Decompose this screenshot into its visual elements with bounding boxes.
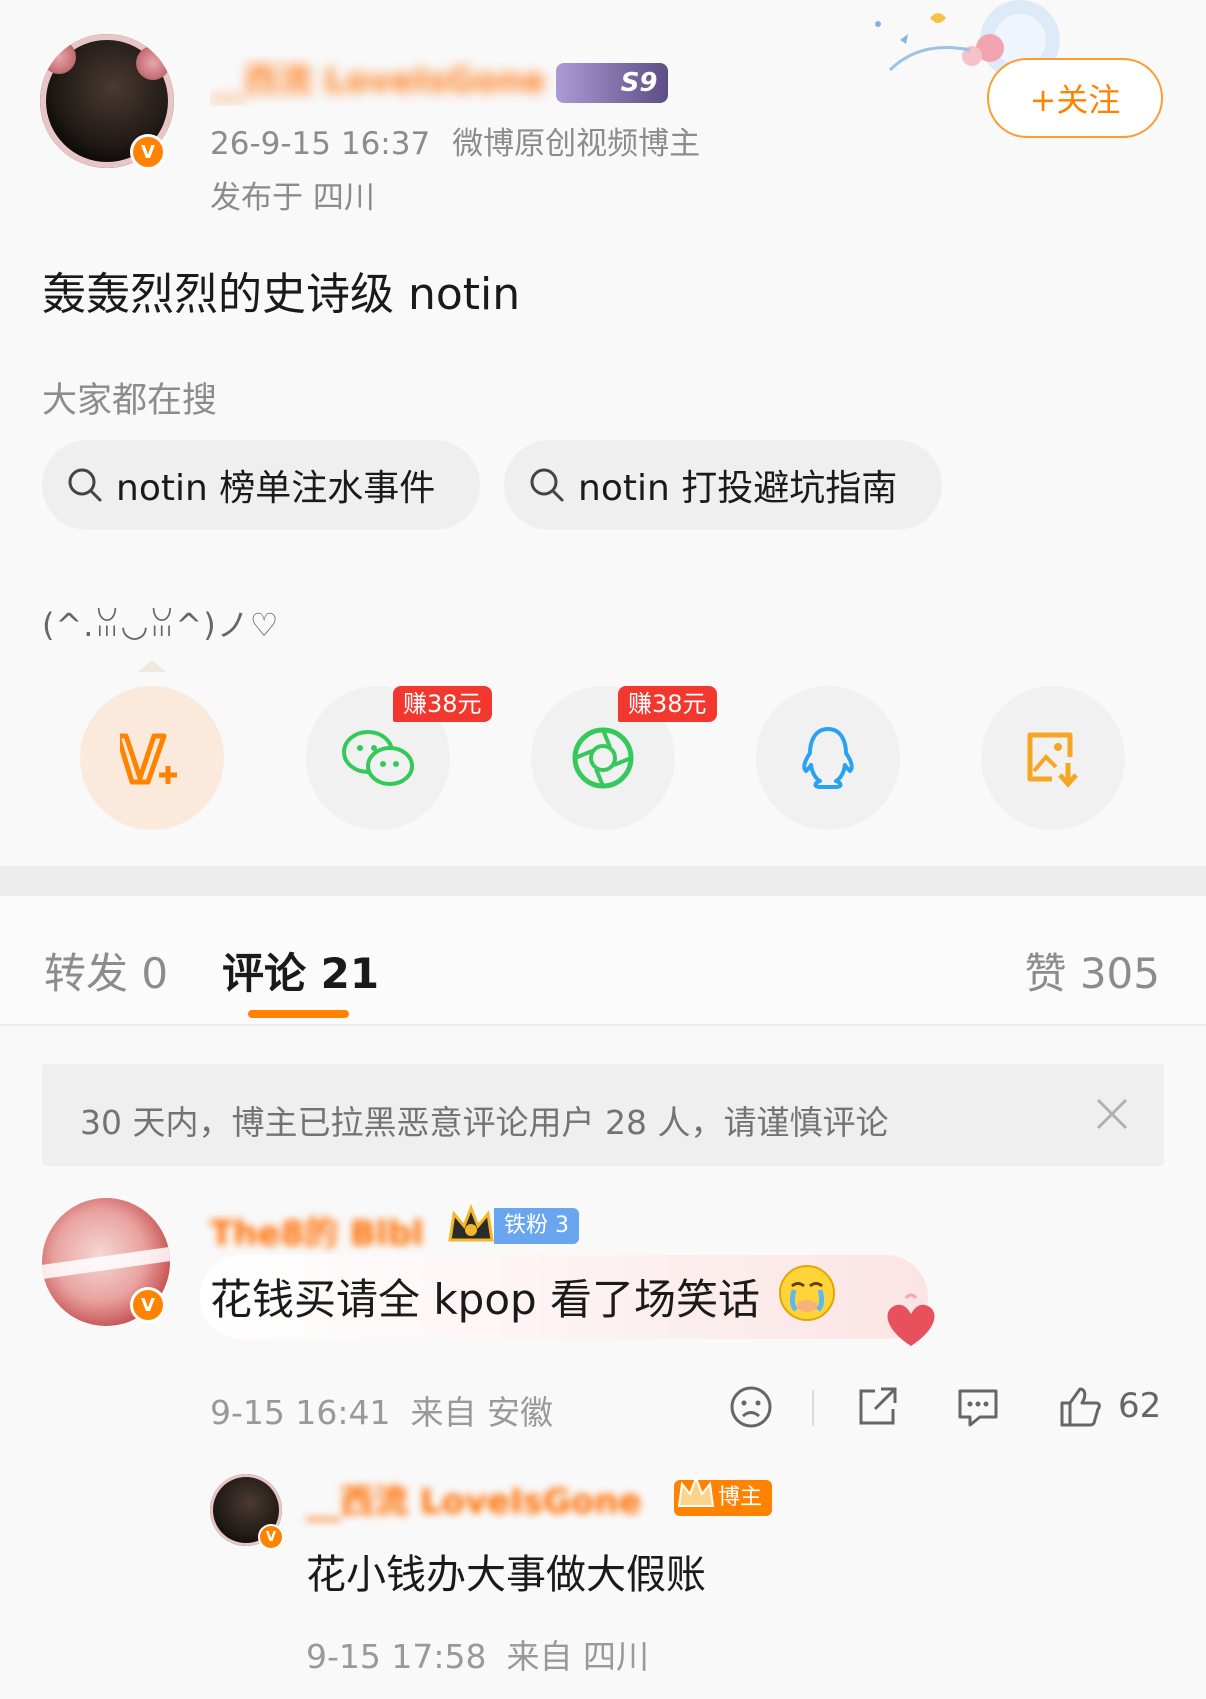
search-hint-label: 大家都在搜 (42, 381, 218, 421)
comment-meta: 9-15 16:41 来自 安徽 (210, 1386, 553, 1434)
comment-text: 花钱买请全 kpop 看了场笑话 (210, 1275, 761, 1324)
action-separator (812, 1390, 814, 1426)
earn-badge: 赚38元 (618, 686, 717, 722)
follow-button[interactable]: +关注 (987, 58, 1163, 138)
search-icon (68, 468, 102, 502)
heart-decoration-icon (887, 1293, 935, 1346)
post-text: 轰轰烈烈的史诗级 notin (42, 269, 521, 320)
post-timestamp: 26-9-15 16:37 (210, 126, 431, 162)
verified-v-icon: V (130, 1287, 166, 1323)
reply-source: 来自 四川 (506, 1637, 650, 1676)
close-icon[interactable] (1094, 1096, 1130, 1132)
rose-decoration (42, 40, 76, 74)
search-chip-label: notin 榜单注水事件 (116, 468, 436, 509)
reply-author-name[interactable]: __西流 LoveIsGone (306, 1474, 642, 1523)
moments-icon (572, 727, 634, 789)
crown-icon (677, 1475, 715, 1507)
like-count: 62 (1118, 1386, 1162, 1426)
section-divider (0, 866, 1206, 896)
reply-time: 9-15 17:58 (306, 1637, 487, 1676)
commenter-name[interactable]: The8的 Blbl (210, 1206, 424, 1255)
earn-badge: 赚38元 (393, 686, 492, 722)
rose-decoration (136, 46, 170, 80)
fan-level-badge: 铁粉 3 (494, 1208, 579, 1244)
save-image-button[interactable] (981, 686, 1125, 830)
verified-v-icon: V (130, 134, 166, 170)
reply-meta: 9-15 17:58 来自 四川 (306, 1630, 649, 1678)
verified-v-icon: V (258, 1524, 284, 1550)
comment-source: 来自 安徽 (410, 1393, 554, 1432)
share-vplus-button[interactable] (80, 686, 224, 830)
share-icon[interactable] (855, 1385, 899, 1429)
author-tag: 微博原创视频博主 (452, 126, 701, 162)
save-image-icon (1027, 732, 1078, 788)
share-prompt-kaomoji: (^.ꈍ◡ꈍ^)ノ♡ (42, 606, 280, 644)
search-chip[interactable]: notin 打投避坑指南 (504, 440, 942, 530)
post-meta: 26-9-15 16:37 微博原创视频博主 (210, 118, 700, 163)
share-pointer (138, 660, 166, 672)
tab-like[interactable]: 赞 305 (1024, 940, 1160, 1001)
author-name[interactable]: __西流 LoveIsGone S9 (210, 56, 730, 106)
notice-text: 30 天内，博主已拉黑恶意评论用户 28 人，请谨慎评论 (80, 1103, 889, 1142)
search-chip[interactable]: notin 榜单注水事件 (42, 440, 480, 530)
tab-repost[interactable]: 转发 0 (44, 940, 168, 1001)
wechat-icon (342, 730, 414, 786)
reply-text: 花小钱办大事做大假账 (306, 1552, 706, 1598)
level-badge: S9 (555, 62, 668, 103)
share-qq-button[interactable] (756, 686, 900, 830)
post-location: 发布于 四川 (210, 180, 375, 216)
crying-emoji-icon (779, 1265, 835, 1321)
reply-icon[interactable] (956, 1385, 1000, 1429)
dislike-face-icon[interactable] (729, 1385, 773, 1429)
comment-time: 9-15 16:41 (210, 1393, 391, 1432)
qq-icon (802, 727, 854, 789)
tab-comment[interactable]: 评论 21 (222, 940, 379, 1001)
tab-active-indicator (248, 1010, 349, 1018)
thumbs-up-icon[interactable] (1058, 1385, 1102, 1429)
crown-icon (448, 1204, 494, 1242)
search-icon (530, 468, 564, 502)
vplus-icon (120, 733, 177, 785)
search-chip-label: notin 打投避坑指南 (578, 468, 898, 509)
